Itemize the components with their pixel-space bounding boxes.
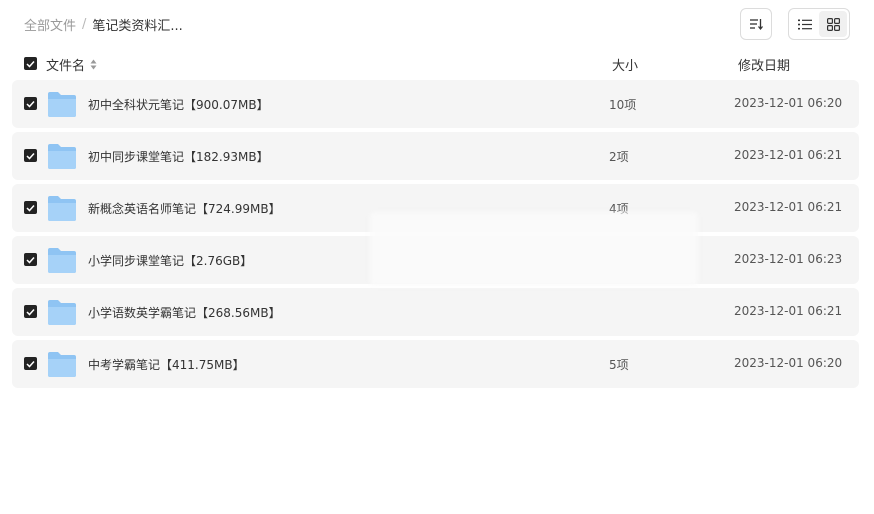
check-icon [26, 152, 35, 160]
loading-overlay [370, 212, 698, 286]
check-icon [26, 360, 35, 368]
file-name[interactable]: 初中全科状元笔记【900.07MB】 [88, 96, 269, 113]
row-checkbox[interactable] [24, 149, 37, 162]
row-checkbox[interactable] [24, 305, 37, 318]
file-name[interactable]: 小学语数英学霸笔记【268.56MB】 [88, 304, 281, 321]
file-size: 5项 [609, 358, 629, 372]
size-column-header: 大小 [612, 59, 639, 74]
row-checkbox[interactable] [24, 253, 37, 266]
breadcrumb-current: 笔记类资料汇... [92, 18, 183, 34]
file-name[interactable]: 初中同步课堂笔记【182.93MB】 [88, 148, 269, 165]
breadcrumb-root-link[interactable]: 全部文件 [24, 15, 76, 34]
check-icon [26, 60, 35, 68]
check-icon [26, 256, 35, 264]
name-column-header[interactable]: 文件名 [46, 55, 97, 74]
view-toggle [788, 8, 850, 40]
folder-icon [48, 196, 76, 221]
sort-button[interactable] [740, 8, 772, 40]
table-header: 文件名 大小 修改日期 [0, 52, 874, 76]
list-view-button[interactable] [791, 11, 819, 37]
modified-date: 2023-12-01 06:20 [734, 356, 843, 370]
row-checkbox[interactable] [24, 201, 37, 214]
folder-icon [48, 300, 76, 325]
breadcrumb: 全部文件 / 笔记类资料汇... [24, 14, 183, 34]
row-checkbox[interactable] [24, 97, 37, 110]
file-name[interactable]: 新概念英语名师笔记【724.99MB】 [88, 200, 281, 217]
folder-icon [48, 248, 76, 273]
name-column-label: 文件名 [46, 59, 86, 74]
grid-view-button[interactable] [819, 11, 847, 37]
folder-icon [48, 144, 76, 169]
folder-icon [48, 92, 76, 117]
check-icon [26, 308, 35, 316]
list-view-icon [798, 19, 812, 29]
modified-date: 2023-12-01 06:21 [734, 200, 843, 214]
table-row[interactable]: 初中同步课堂笔记【182.93MB】 2项 2023-12-01 06:21 [12, 132, 859, 180]
row-checkbox[interactable] [24, 357, 37, 370]
modified-date: 2023-12-01 06:20 [734, 96, 843, 110]
folder-icon [48, 352, 76, 377]
file-name[interactable]: 小学同步课堂笔记【2.76GB】 [88, 252, 252, 269]
file-size: 2项 [609, 150, 629, 164]
table-row[interactable]: 中考学霸笔记【411.75MB】 5项 2023-12-01 06:20 [12, 340, 859, 388]
file-size: 10项 [609, 98, 637, 112]
check-icon [26, 100, 35, 108]
modified-date: 2023-12-01 06:21 [734, 304, 843, 318]
table-row[interactable]: 初中全科状元笔记【900.07MB】 10项 2023-12-01 06:20 [12, 80, 859, 128]
file-name[interactable]: 中考学霸笔记【411.75MB】 [88, 356, 245, 373]
modified-date: 2023-12-01 06:23 [734, 252, 843, 266]
breadcrumb-separator: / [82, 16, 87, 32]
date-column-header: 修改日期 [738, 59, 791, 74]
grid-view-icon [826, 17, 840, 31]
check-icon [26, 204, 35, 212]
sort-caret-icon [90, 59, 97, 70]
modified-date: 2023-12-01 06:21 [734, 148, 843, 162]
sort-lines-icon [750, 19, 763, 30]
table-row[interactable]: 小学语数英学霸笔记【268.56MB】 2023-12-01 06:21 [12, 288, 859, 336]
select-all-checkbox[interactable] [24, 57, 37, 70]
